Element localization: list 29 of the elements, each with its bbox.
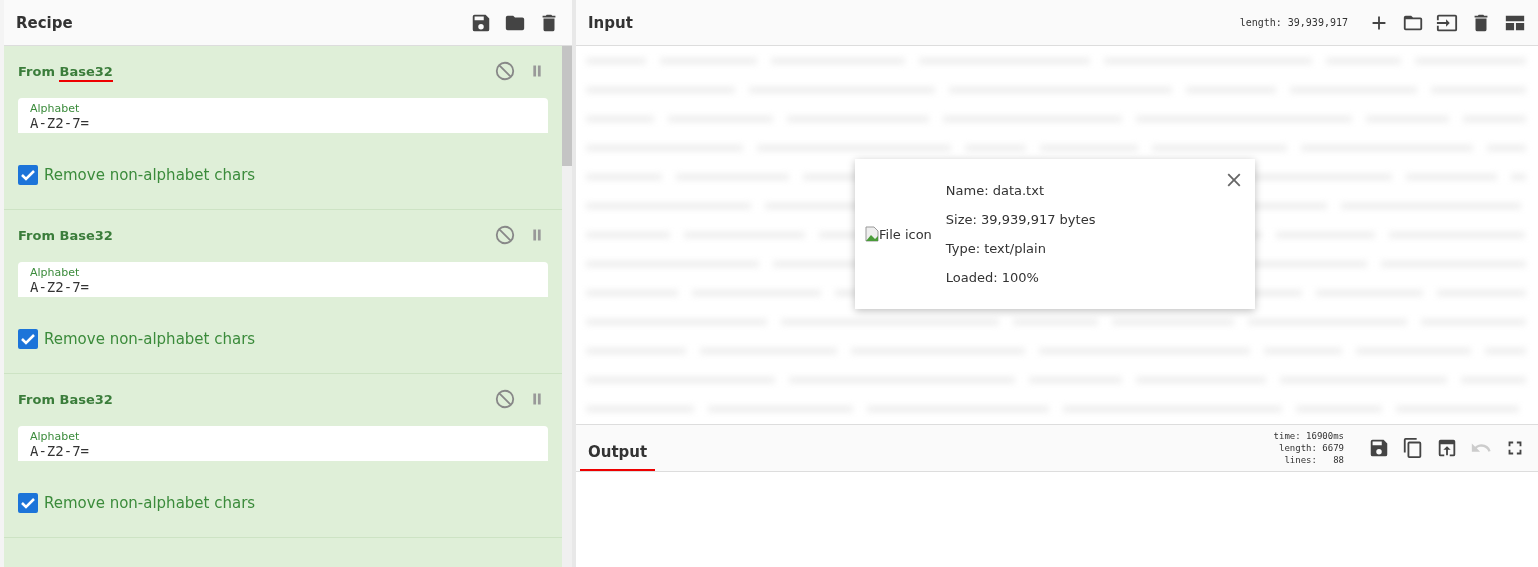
output-stat: lines: 88 bbox=[1284, 454, 1344, 466]
scrollbar[interactable] bbox=[562, 46, 572, 567]
file-detail: Size: 39,939,917 bytes bbox=[945, 212, 1097, 227]
alphabet-field[interactable]: Alphabet A-Z2-7= bbox=[18, 426, 548, 461]
output-stat: length: 6679 bbox=[1278, 442, 1344, 454]
panel-title: Input bbox=[588, 13, 634, 32]
save-icon[interactable] bbox=[1368, 437, 1390, 459]
operation-name: From Base32 bbox=[18, 227, 114, 243]
checkbox[interactable] bbox=[18, 329, 38, 349]
file-detail: Type: text/plain bbox=[945, 241, 1047, 256]
checkbox-label: Remove non-alphabet chars bbox=[44, 494, 256, 512]
checkbox-label: Remove non-alphabet chars bbox=[44, 166, 256, 184]
checkbox[interactable] bbox=[18, 165, 38, 185]
disable-icon[interactable] bbox=[494, 60, 516, 82]
checkbox[interactable] bbox=[18, 493, 38, 513]
file-detail: Loaded: 100% bbox=[945, 270, 1040, 285]
disable-icon[interactable] bbox=[494, 388, 516, 410]
disable-icon[interactable] bbox=[494, 224, 516, 246]
operation-name: From Base32 bbox=[18, 63, 484, 79]
file-detail: Name: data.txt bbox=[945, 183, 1045, 198]
output-stat: time: 16900ms bbox=[1273, 430, 1344, 442]
operation-name: From Base32 bbox=[18, 391, 114, 407]
length-label: length: 39,939,917 bbox=[1239, 17, 1348, 28]
panel-title: Recipe bbox=[16, 13, 74, 32]
alphabet-field[interactable]: Alphabet A-Z2-7= bbox=[18, 98, 548, 133]
alphabet-field[interactable]: Alphabet A-Z2-7= bbox=[18, 262, 548, 297]
checkbox-label: Remove non-alphabet chars bbox=[44, 330, 256, 348]
upload-icon[interactable] bbox=[1436, 437, 1458, 459]
copy-icon[interactable] bbox=[1402, 437, 1424, 459]
